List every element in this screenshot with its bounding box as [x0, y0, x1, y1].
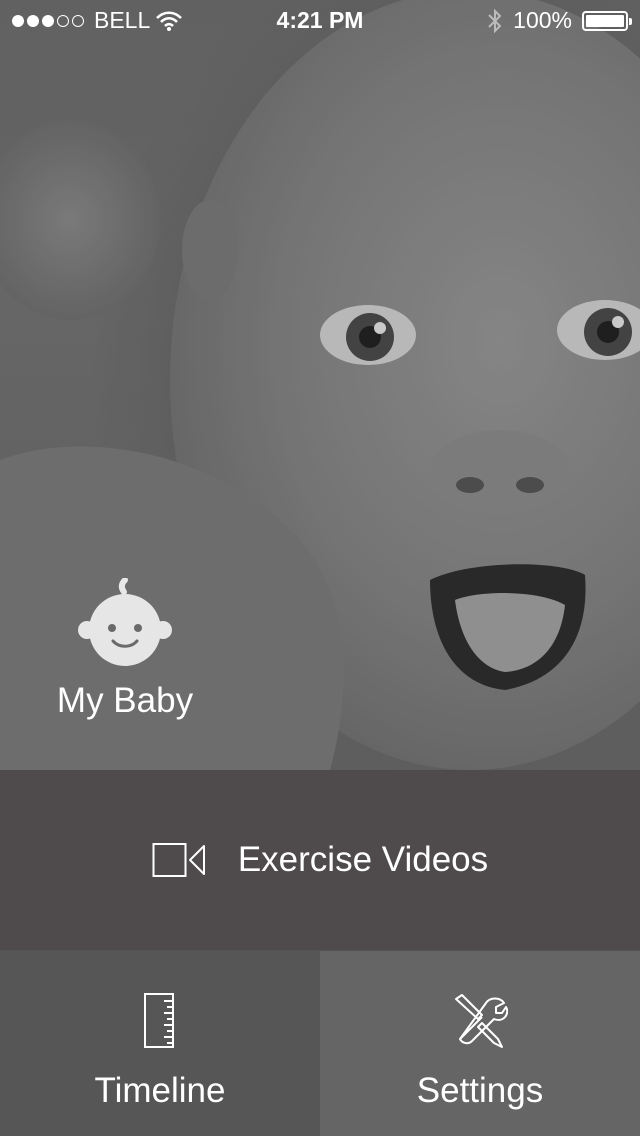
timeline-button[interactable]: Timeline — [0, 951, 320, 1136]
my-baby-label: My Baby — [56, 681, 194, 720]
settings-label: Settings — [416, 1071, 544, 1110]
bluetooth-icon — [488, 8, 502, 33]
status-right: 100% — [487, 7, 632, 34]
exercise-videos-button[interactable]: Exercise Videos — [0, 770, 640, 950]
timeline-label: Timeline — [94, 1071, 226, 1110]
exercise-videos-label: Exercise Videos — [237, 840, 489, 879]
my-baby-button[interactable]: My Baby — [40, 577, 210, 738]
status-bar: BELL 4:21 PM 100% — [0, 0, 640, 40]
battery-percent: 100% — [513, 7, 572, 33]
baby-face-icon — [78, 577, 172, 666]
video-camera-icon — [152, 843, 205, 877]
tools-icon — [455, 994, 508, 1048]
battery-icon — [582, 10, 632, 31]
ruler-icon — [144, 993, 174, 1048]
settings-button[interactable]: Settings — [320, 951, 640, 1136]
